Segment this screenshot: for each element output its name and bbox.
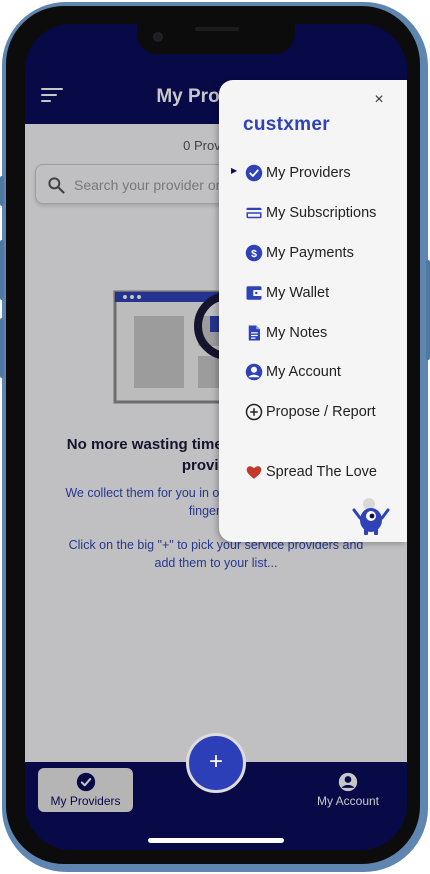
volume-down-button [0, 318, 4, 378]
menu-item-label: My Subscriptions [266, 205, 377, 221]
menu-item-label: My Payments [266, 245, 354, 261]
menu-item-label: My Account [266, 364, 341, 380]
menu-item-my-providers[interactable]: ▶ My Providers [219, 160, 407, 186]
close-button[interactable]: × [369, 90, 389, 110]
menu-item-spread-the-love[interactable]: Spread The Love [219, 459, 407, 485]
plus-circle-icon [245, 403, 263, 421]
add-provider-button[interactable]: + [186, 733, 246, 793]
wallet-icon [246, 286, 262, 300]
action-button [0, 176, 4, 206]
notch [137, 24, 295, 54]
svg-text:$: $ [251, 248, 257, 260]
menu-item-propose-report[interactable]: Propose / Report [219, 399, 407, 425]
earpiece-speaker [195, 27, 239, 31]
brand-logo: custxmer [243, 114, 330, 135]
side-drawer: × custxmer ▶ My Providers My Subscriptio… [219, 80, 407, 542]
menu-item-my-account[interactable]: My Account [219, 359, 407, 385]
credit-card-icon [246, 207, 262, 219]
menu-item-my-subscriptions[interactable]: My Subscriptions [219, 200, 407, 226]
volume-up-button [0, 240, 4, 300]
menu-item-label: My Providers [266, 165, 351, 181]
heart-icon [246, 466, 262, 479]
menu-item-my-wallet[interactable]: My Wallet [219, 280, 407, 306]
menu-item-label: My Notes [266, 325, 328, 341]
mascot-icon [352, 498, 390, 535]
menu-item-label: My Wallet [266, 285, 330, 301]
home-indicator[interactable] [148, 838, 284, 843]
menu-item-label: Propose / Report [266, 404, 376, 420]
check-circle-icon [245, 164, 263, 182]
front-camera [153, 32, 163, 42]
menu-item-my-notes[interactable]: My Notes [219, 320, 407, 346]
menu-item-label: Spread The Love [266, 464, 377, 480]
phone-screen: My Providers 0 Providers No more wasting… [25, 24, 407, 850]
dollar-circle-icon: $ [245, 244, 263, 262]
note-icon [248, 325, 260, 341]
active-indicator-icon: ▶ [231, 166, 238, 175]
account-circle-icon [245, 363, 263, 381]
power-button [426, 260, 430, 360]
menu-item-my-payments[interactable]: $ My Payments [219, 240, 407, 266]
